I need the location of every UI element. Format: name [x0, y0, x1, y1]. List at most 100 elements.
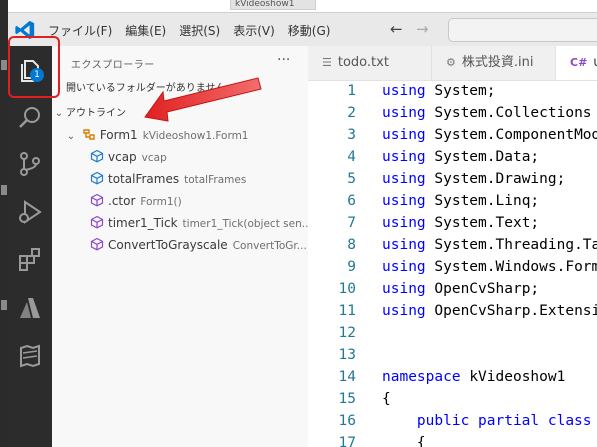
line-number: 5: [347, 171, 356, 187]
code-line: 2 using System.Collections: [308, 102, 597, 124]
outline-name: totalFrames: [108, 172, 180, 186]
code-line: 16 public partial class: [308, 410, 597, 432]
code-line: 12: [308, 322, 597, 344]
keyword: using: [382, 215, 426, 231]
outline-detail: Form1(): [140, 196, 182, 208]
arrow-left-icon[interactable]: ←: [390, 20, 403, 38]
code-line: 5 using System.Drawing;: [308, 168, 597, 190]
code-text: OpenCvSharp.Extensi: [434, 303, 597, 319]
background-mark: [1, 60, 7, 70]
settings-file-icon: ⚙: [446, 56, 456, 69]
keyword: namespace: [382, 369, 461, 385]
code-line: 9 using System.Windows.Form: [308, 256, 597, 278]
tab-csharp-active[interactable]: C# u: [556, 46, 597, 80]
code-line: 1 using System;: [308, 80, 597, 102]
code-line: 10 using OpenCvSharp;: [308, 278, 597, 300]
menu-view[interactable]: 表示(V): [233, 22, 275, 39]
editor-tabs: ☰ todo.txt ⚙ 株式投資.ini C# u: [308, 46, 597, 81]
line-number: 6: [347, 193, 356, 209]
editor-area: ☰ todo.txt ⚙ 株式投資.ini C# u 1 using System; 2…: [308, 46, 597, 447]
command-center-search[interactable]: [448, 18, 597, 42]
keyword: using: [382, 259, 426, 275]
line-number: 17: [338, 435, 356, 447]
outline-name: timer1_Tick: [108, 216, 178, 230]
code-text: {: [382, 435, 426, 447]
outline-item-form1[interactable]: ⌄ Form1 kVideoshow1.Form1: [52, 124, 320, 146]
field-icon: [90, 171, 104, 185]
method-icon: [90, 193, 104, 207]
code-text: System.Collections: [434, 105, 592, 121]
background-mark: [1, 300, 7, 310]
source-control-icon[interactable]: [16, 150, 44, 178]
section-outline-label: アウトライン: [66, 108, 126, 119]
outline-detail: totalFrames: [184, 174, 247, 186]
menu-edit[interactable]: 編集(E): [125, 22, 166, 39]
tab-ini[interactable]: ⚙ 株式投資.ini: [432, 46, 556, 80]
code-text: System.Linq;: [434, 193, 540, 209]
code-text: System.Threading.Ta: [434, 237, 597, 253]
code-line: 4 using System.Data;: [308, 146, 597, 168]
outline-item-totalframes[interactable]: totalFrames totalFrames: [52, 168, 346, 190]
menu-selection[interactable]: 選択(S): [179, 22, 220, 39]
outline-name: Form1: [99, 128, 138, 142]
line-number: 14: [338, 369, 356, 385]
field-icon: [90, 149, 104, 163]
docs-icon[interactable]: [16, 342, 44, 370]
line-number: 3: [347, 127, 356, 143]
tab-todo[interactable]: ☰ todo.txt: [308, 46, 432, 80]
code-line: 11 using OpenCvSharp.Extensi: [308, 300, 597, 322]
code-text: kVideoshow1: [469, 369, 566, 385]
csharp-file-icon: C#: [570, 56, 588, 69]
outline-detail: ConvertToGr...: [232, 240, 307, 252]
code-text: OpenCvSharp;: [434, 281, 540, 297]
outline-item-vcap[interactable]: vcap vcap: [52, 146, 346, 168]
line-number: 4: [347, 149, 356, 165]
search-icon[interactable]: [16, 104, 44, 132]
section-open-folder[interactable]: › 開いているフォルダーがありません: [52, 79, 308, 99]
keyword: using: [382, 83, 426, 99]
method-icon: [90, 237, 104, 251]
code-line: 17 {: [308, 432, 597, 447]
keyword: using: [382, 303, 426, 319]
run-debug-icon[interactable]: [16, 198, 44, 226]
line-number: 8: [347, 237, 356, 253]
tab-label: todo.txt: [337, 55, 389, 70]
code-text: {: [382, 391, 391, 407]
outline-item-converttograyscale[interactable]: ConvertToGrayscale ConvertToGr...: [52, 234, 346, 256]
code-line: 14 namespace kVideoshow1: [308, 366, 597, 388]
method-icon: [90, 215, 104, 229]
chevron-down-icon: ⌄: [54, 108, 64, 119]
keyword: using: [382, 237, 426, 253]
outline-item-ctor[interactable]: .ctor Form1(): [52, 190, 346, 212]
background-mark: [1, 185, 7, 195]
background-window-edge: [0, 0, 8, 447]
azure-icon[interactable]: [16, 294, 44, 322]
outline-item-timer1-tick[interactable]: timer1_Tick timer1_Tick(object sen...: [52, 212, 346, 234]
outline-detail: timer1_Tick(object sen...: [182, 218, 312, 230]
code-text: System.Text;: [434, 215, 540, 231]
chevron-down-icon: ⌄: [66, 131, 76, 142]
menu-bar: ファイル(F) 編集(E) 選択(S) 表示(V) 移動(G): [48, 13, 343, 47]
more-actions-icon[interactable]: ···: [277, 52, 290, 68]
vscode-screenshot: kVideoshow1 ファイル(F) 編集(E) 選択(S) 表示(V) 移動…: [0, 0, 597, 447]
keyword: using: [382, 149, 426, 165]
highlight-box: [8, 36, 60, 98]
line-number: 9: [347, 259, 356, 275]
menu-file[interactable]: ファイル(F): [48, 22, 112, 39]
explorer-sidebar: エクスプローラー ··· › 開いているフォルダーがありません ⌄ アウトライン ⌄…: [52, 46, 312, 447]
line-number: 13: [338, 347, 356, 363]
code-line: 13: [308, 344, 597, 366]
line-number: 2: [347, 105, 356, 121]
code-text: System.Windows.Form: [434, 259, 597, 275]
menu-go[interactable]: 移動(G): [288, 22, 331, 39]
code-line: 15 {: [308, 388, 597, 410]
extensions-icon[interactable]: [16, 246, 44, 274]
tab-label: 株式投資.ini: [461, 55, 534, 70]
section-outline[interactable]: ⌄ アウトライン: [52, 104, 308, 124]
activity-bar: 1: [8, 46, 52, 447]
code-line: 7 using System.Text;: [308, 212, 597, 234]
sidebar-title: エクスプローラー: [71, 60, 155, 71]
arrow-right-icon[interactable]: →: [416, 20, 429, 38]
line-number: 10: [338, 281, 356, 297]
keyword: using: [382, 193, 426, 209]
